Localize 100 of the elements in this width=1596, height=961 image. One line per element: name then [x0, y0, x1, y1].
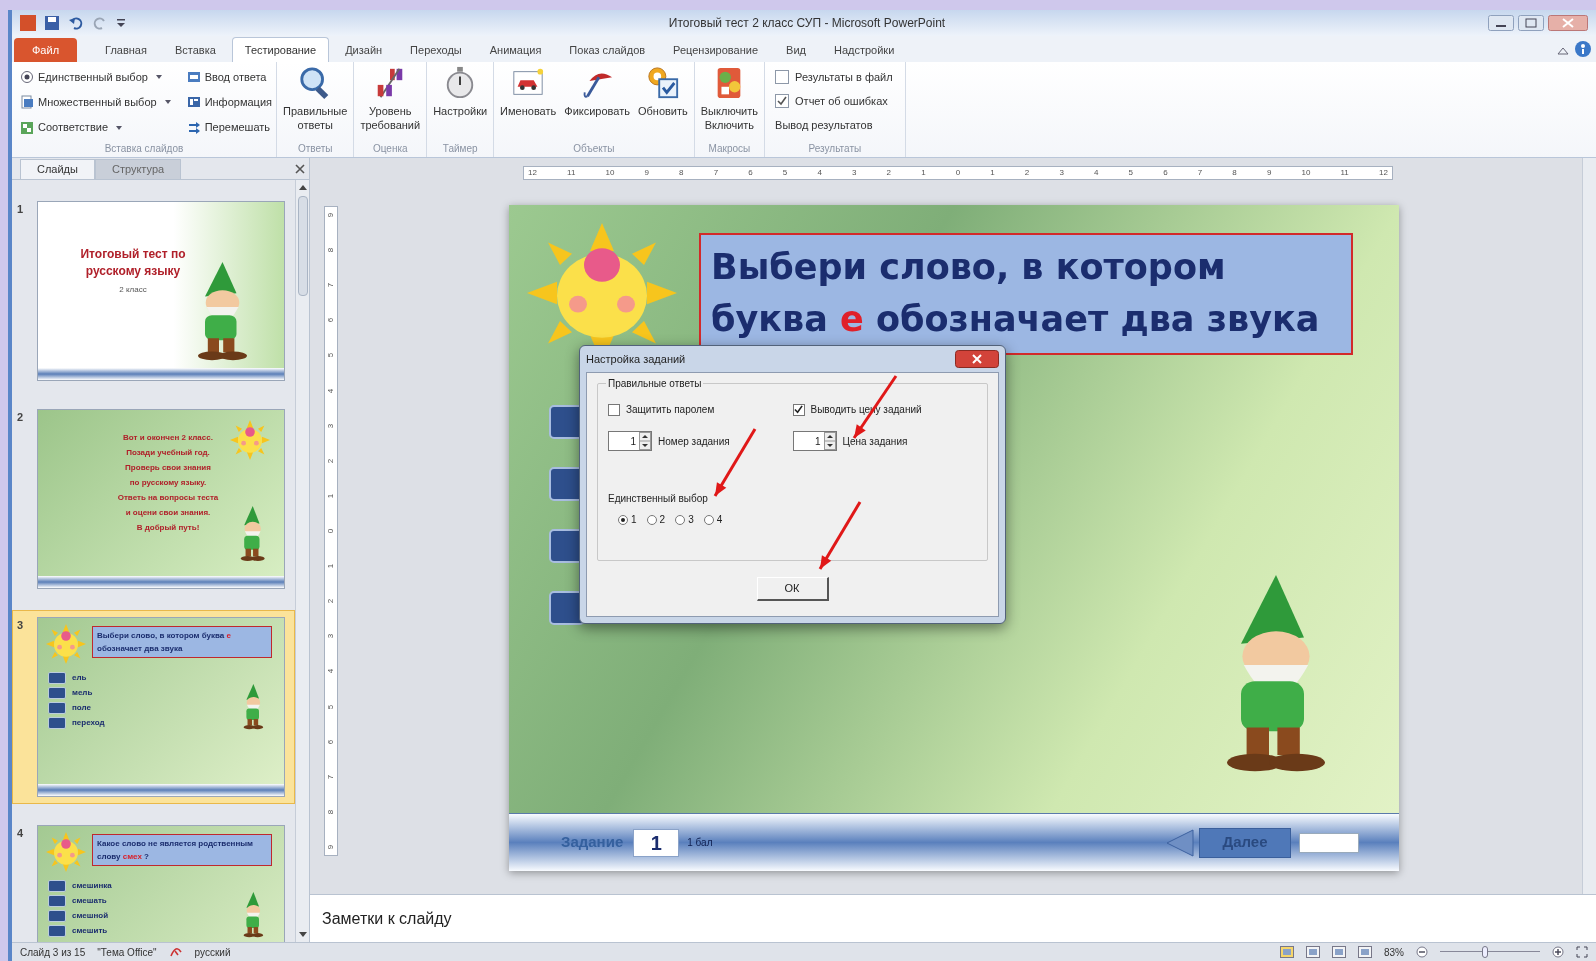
- checkbox[interactable]: [775, 70, 790, 84]
- minimize-icon[interactable]: [1488, 15, 1514, 31]
- undo-icon[interactable]: [68, 15, 84, 31]
- checkbox-label: Защитить паролем: [626, 403, 715, 417]
- slide-number: 1: [17, 202, 25, 217]
- slide-number: 2: [17, 410, 25, 425]
- spinner-arrows-icon[interactable]: [639, 432, 651, 450]
- ribbon-tab[interactable]: Вид: [774, 38, 818, 62]
- ribbon-tab[interactable]: Рецензирование: [661, 38, 771, 62]
- ribbon-button[interactable]: Уровень требований: [358, 66, 423, 141]
- slide-thumbnail-row[interactable]: 2 Вот и окончен 2 класс. Позади учебный год. Проверь свои знания по русскому языку. Ответь на вопросы теста и оцени свои знания. В добрый путь!: [12, 402, 295, 596]
- save-icon[interactable]: [44, 15, 60, 31]
- zoom-slider[interactable]: [1440, 946, 1540, 958]
- file-tab[interactable]: Файл: [14, 38, 78, 62]
- zoom-out-icon[interactable]: [1416, 946, 1428, 958]
- close-icon[interactable]: [295, 164, 305, 174]
- ribbon-button[interactable]: Выключить Включить: [698, 66, 761, 141]
- spinner-arrows-icon[interactable]: [823, 432, 836, 450]
- ruler-label: 3: [851, 169, 857, 177]
- answer-button-icon: [48, 687, 66, 699]
- ribbon-button[interactable]: Единственный выбор: [20, 65, 171, 89]
- slide-number: 3: [17, 618, 25, 633]
- ribbon-button[interactable]: Фиксировать: [562, 66, 632, 141]
- ruler-label: 6: [1163, 169, 1168, 177]
- ribbon-button[interactable]: Информация: [186, 90, 272, 115]
- ruler-label: 11: [1340, 169, 1349, 177]
- answer-button-icon: [48, 672, 66, 684]
- answer-text: ель: [72, 672, 87, 684]
- slide-thumbnail-row[interactable]: 4 Какое слово не является родственным слову смех ? смешинка смешать смешной смешить: [12, 818, 295, 942]
- answer-text: смешать: [72, 895, 107, 907]
- ruler-label: 6: [327, 739, 335, 744]
- fit-window-icon[interactable]: [1576, 946, 1588, 958]
- spin-field[interactable]: 1: [792, 431, 837, 451]
- radio-button[interactable]: [618, 514, 628, 525]
- radio-button[interactable]: [675, 514, 686, 525]
- slide-thumbnail[interactable]: Выбери слово, в котором буква е обозначает два звука ель мель поле переход: [37, 617, 285, 797]
- slider-thumb[interactable]: [1482, 946, 1488, 958]
- zoom-in-icon[interactable]: [1552, 946, 1564, 958]
- ribbon-tab[interactable]: Показ слайдов: [557, 38, 658, 62]
- ruler-label: 1: [921, 169, 926, 177]
- ribbon-tab[interactable]: Переходы: [398, 38, 474, 62]
- thumbnail-question: Выбери слово, в котором буква е обозначает два звука: [92, 626, 272, 658]
- normal-view-icon[interactable]: [1280, 946, 1294, 958]
- ruler-label: 3: [1059, 169, 1064, 177]
- slideshow-icon[interactable]: [1358, 946, 1372, 958]
- slide-thumbnail-row[interactable]: 3 Выбери слово, в котором буква е обозначает два звука ель мель поле переход: [12, 610, 295, 804]
- customize-icon[interactable]: [116, 17, 126, 29]
- answer-text: мель: [72, 687, 93, 699]
- slide-thumbnail[interactable]: Итоговый тест по русскому языку 2 класс: [37, 201, 285, 381]
- ribbon-button[interactable]: Настройки: [431, 66, 490, 141]
- ruler-label: 4: [327, 388, 335, 393]
- ribbon-tab[interactable]: Надстройки: [821, 38, 907, 62]
- ribbon-button[interactable]: Соответствие: [20, 115, 171, 140]
- scrollbar[interactable]: [1582, 158, 1596, 894]
- ribbon-button[interactable]: Правильные ответы: [281, 66, 350, 141]
- scrollbar[interactable]: [295, 180, 309, 942]
- help-icon[interactable]: [1574, 40, 1592, 58]
- group-label: Таймер: [441, 142, 479, 156]
- pane-tab[interactable]: Структура: [94, 159, 182, 179]
- radio-icon: [20, 70, 34, 84]
- slide-thumbnail[interactable]: Какое слово не является родственным слову смех ? смешинка смешать смешной смешить: [37, 825, 285, 942]
- ribbon-tab[interactable]: Анимация: [477, 38, 554, 62]
- ruler-label: 12: [1378, 169, 1388, 177]
- redo-icon[interactable]: [92, 15, 108, 31]
- ruler-label: 0: [955, 169, 961, 177]
- close-icon[interactable]: [1548, 15, 1588, 31]
- radio-button[interactable]: [646, 514, 657, 525]
- notes-field[interactable]: Заметки к слайду: [310, 894, 1596, 942]
- radio-button[interactable]: [703, 514, 714, 525]
- close-icon[interactable]: [955, 350, 999, 368]
- ruler-label: 9: [644, 169, 649, 177]
- form-icon: [186, 70, 201, 84]
- back-arrow-icon[interactable]: [1165, 827, 1195, 858]
- ribbon-button[interactable]: Вывод результатов: [775, 113, 893, 137]
- ribbon-tab[interactable]: Вставка: [162, 38, 228, 62]
- checkbox[interactable]: [792, 403, 805, 416]
- pane-tab[interactable]: Слайды: [20, 159, 95, 179]
- radio-label: 3: [688, 513, 694, 527]
- ribbon-button[interactable]: Ввод ответа: [186, 65, 272, 89]
- ribbon-button[interactable]: Именовать: [498, 66, 559, 141]
- ribbon-tab[interactable]: Тестирование: [231, 37, 330, 62]
- checkbox[interactable]: [775, 94, 790, 108]
- answer-text: поле: [72, 702, 91, 714]
- checkbox[interactable]: [608, 403, 620, 416]
- ribbon-button[interactable]: Множественный выбор: [20, 90, 171, 115]
- spin-field[interactable]: 1: [608, 431, 652, 451]
- group-label: Оценка: [371, 142, 409, 156]
- spellcheck-icon[interactable]: [168, 946, 183, 958]
- reading-view-icon[interactable]: [1332, 946, 1346, 958]
- ribbon-button[interactable]: Обновить: [635, 66, 690, 141]
- ribbon-tab[interactable]: Дизайн: [333, 38, 395, 62]
- ribbon-button[interactable]: Перемешать: [186, 115, 272, 140]
- ribbon-tab[interactable]: Главная: [93, 38, 159, 62]
- sorter-view-icon[interactable]: [1306, 946, 1320, 958]
- answer-text: смешить: [72, 925, 108, 937]
- ruler-label: 6: [327, 318, 335, 323]
- status-language: русский: [194, 945, 231, 960]
- slide-thumbnail[interactable]: Вот и окончен 2 класс. Позади учебный год. Проверь свои знания по русскому языку. Ответь на вопросы теста и оцени свои знания. В добрый путь!: [37, 409, 285, 589]
- slide-thumbnail-row[interactable]: 1 Итоговый тест по русскому языку 2 класс: [12, 194, 295, 388]
- ok-button[interactable]: ОК: [756, 577, 829, 601]
